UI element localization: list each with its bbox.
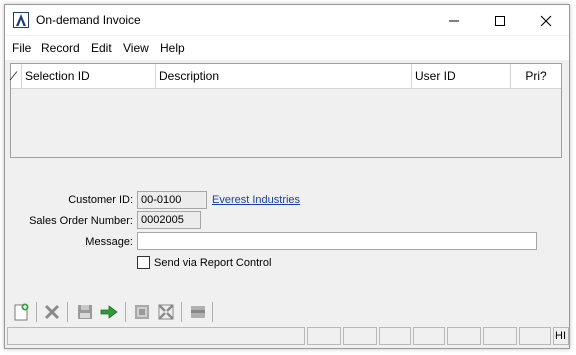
close-button[interactable] <box>523 5 569 35</box>
menu-view[interactable]: View <box>123 41 149 55</box>
toolbar-separator <box>67 302 68 322</box>
send-via-report-control-checkbox[interactable] <box>137 256 150 269</box>
sales-order-field[interactable]: 0002005 <box>137 211 201 229</box>
customer-id-field[interactable]: 00-0100 <box>137 191 207 209</box>
toolbar-separator <box>181 302 182 322</box>
status-panel <box>343 327 377 345</box>
new-record-icon[interactable] <box>10 301 32 323</box>
column-print[interactable]: Pri? <box>511 64 561 88</box>
sales-order-label: Sales Order Number: <box>29 215 133 227</box>
grid-header: ⁄ Selection ID Description User ID Pri? <box>11 64 561 89</box>
status-panel <box>413 327 445 345</box>
app-logo-icon <box>13 12 29 28</box>
print-icon[interactable] <box>187 301 209 323</box>
send-via-report-control-label: Send via Report Control <box>154 257 272 269</box>
status-panel <box>379 327 411 345</box>
menu-help[interactable]: Help <box>160 41 185 55</box>
toolbar-separator <box>36 302 37 322</box>
print-preview-icon[interactable] <box>131 301 153 323</box>
message-label: Message: <box>85 236 133 248</box>
customer-name-link[interactable]: Everest Industries <box>212 194 300 206</box>
window-title: On-demand Invoice <box>36 13 141 27</box>
toolbar-separator <box>212 302 213 322</box>
row-selector-header[interactable]: ⁄ <box>11 64 22 88</box>
column-description[interactable]: Description <box>156 64 412 88</box>
status-panel-message <box>7 327 305 345</box>
status-bar: HI <box>5 326 569 348</box>
status-panel <box>483 327 517 345</box>
expand-icon[interactable] <box>155 301 177 323</box>
delete-icon[interactable] <box>41 301 63 323</box>
toolbar-separator <box>125 302 126 322</box>
message-input[interactable] <box>137 232 537 250</box>
invoice-window: On-demand Invoice File Record Edit View … <box>4 4 570 349</box>
column-selection-id[interactable]: Selection ID <box>22 64 156 88</box>
minimize-button[interactable] <box>431 5 477 35</box>
process-arrow-icon[interactable] <box>98 301 120 323</box>
status-panel-hi: HI <box>553 327 569 345</box>
column-user-id[interactable]: User ID <box>412 64 511 88</box>
title-bar: On-demand Invoice <box>5 5 569 35</box>
toolbar <box>5 298 569 326</box>
menu-record[interactable]: Record <box>41 41 80 55</box>
status-panel <box>447 327 481 345</box>
status-panel <box>519 327 551 345</box>
menu-bar: File Record Edit View Help <box>5 36 569 60</box>
selection-grid[interactable]: ⁄ Selection ID Description User ID Pri? <box>10 63 562 158</box>
customer-id-label: Customer ID: <box>68 194 133 206</box>
maximize-button[interactable] <box>477 5 523 35</box>
save-icon[interactable] <box>74 301 96 323</box>
status-panel <box>307 327 341 345</box>
menu-file[interactable]: File <box>12 41 31 55</box>
menu-edit[interactable]: Edit <box>91 41 112 55</box>
